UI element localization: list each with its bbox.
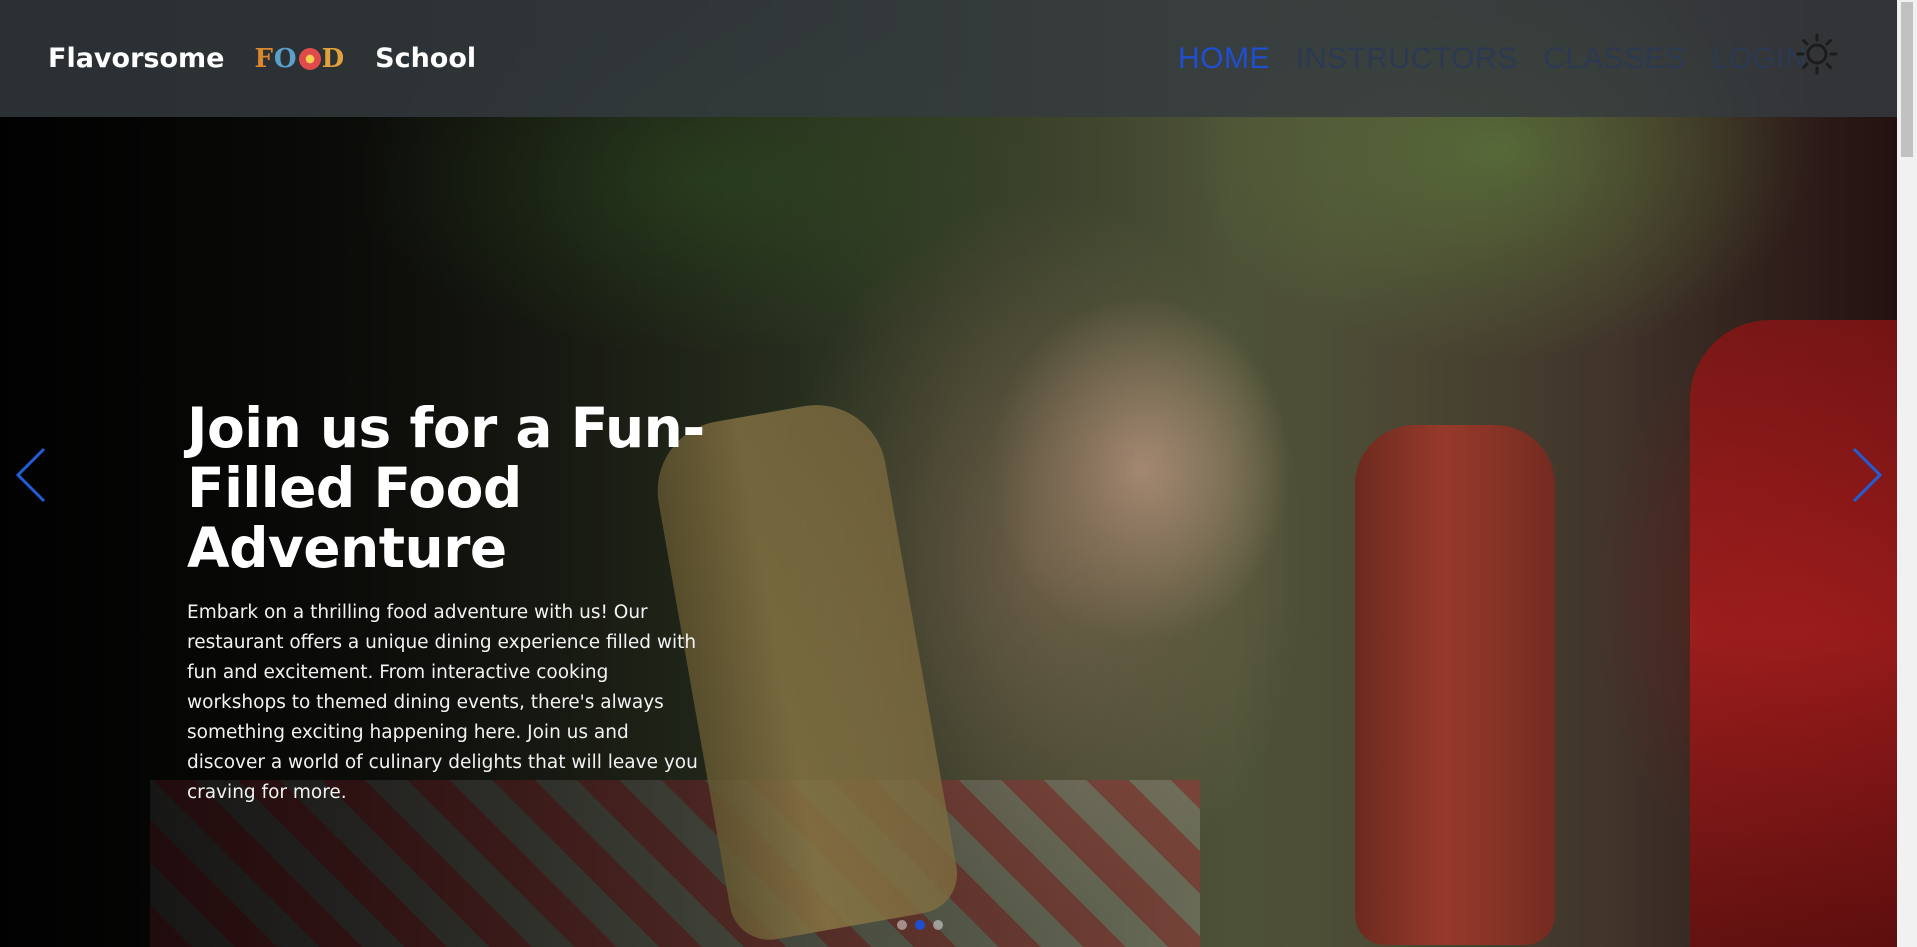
hero-description: Embark on a thrilling food adventure wit… — [187, 602, 698, 803]
donut-icon — [298, 47, 321, 70]
theme-toggle-button[interactable] — [1796, 33, 1838, 75]
sun-icon — [1796, 33, 1838, 75]
hero-caption: Join us for a Fun-Filled Food Adventure … — [187, 398, 707, 808]
carousel-indicator-3[interactable] — [933, 920, 943, 930]
hero-title: Join us for a Fun-Filled Food Adventure — [187, 396, 705, 580]
page-scrollbar[interactable] — [1897, 0, 1917, 947]
scrollbar-thumb[interactable] — [1901, 2, 1913, 157]
logo-letter-o: O — [273, 43, 298, 74]
logo-letter-f: F — [254, 43, 274, 74]
nav-link-login[interactable]: LOGIN — [1712, 42, 1808, 76]
logo-letter-d: D — [321, 43, 346, 74]
hero-carousel: Join us for a Fun-Filled Food Adventure … — [0, 0, 1897, 947]
nav-link-instructors[interactable]: INSTRUCTORS — [1296, 42, 1518, 76]
navbar: Flavorsome F O D School HOME INSTRUCTORS… — [0, 0, 1897, 117]
carousel-indicator-1[interactable] — [897, 920, 907, 930]
nav-link-classes[interactable]: CLASSES — [1544, 42, 1686, 76]
brand[interactable]: Flavorsome F O D School — [48, 39, 476, 79]
brand-name-right: School — [375, 43, 477, 74]
nav-links: HOME INSTRUCTORS CLASSES LOGIN — [1178, 0, 1807, 117]
carousel-next-button[interactable] — [1842, 440, 1892, 510]
brand-name-left: Flavorsome — [48, 43, 225, 74]
nav-link-home[interactable]: HOME — [1178, 42, 1270, 76]
chevron-right-icon — [1852, 447, 1883, 503]
carousel-indicator-2[interactable] — [915, 920, 925, 930]
carousel-prev-button[interactable] — [6, 440, 56, 510]
chevron-left-icon — [15, 447, 46, 503]
food-logo: F O D — [254, 39, 345, 79]
carousel-indicators — [897, 920, 943, 930]
